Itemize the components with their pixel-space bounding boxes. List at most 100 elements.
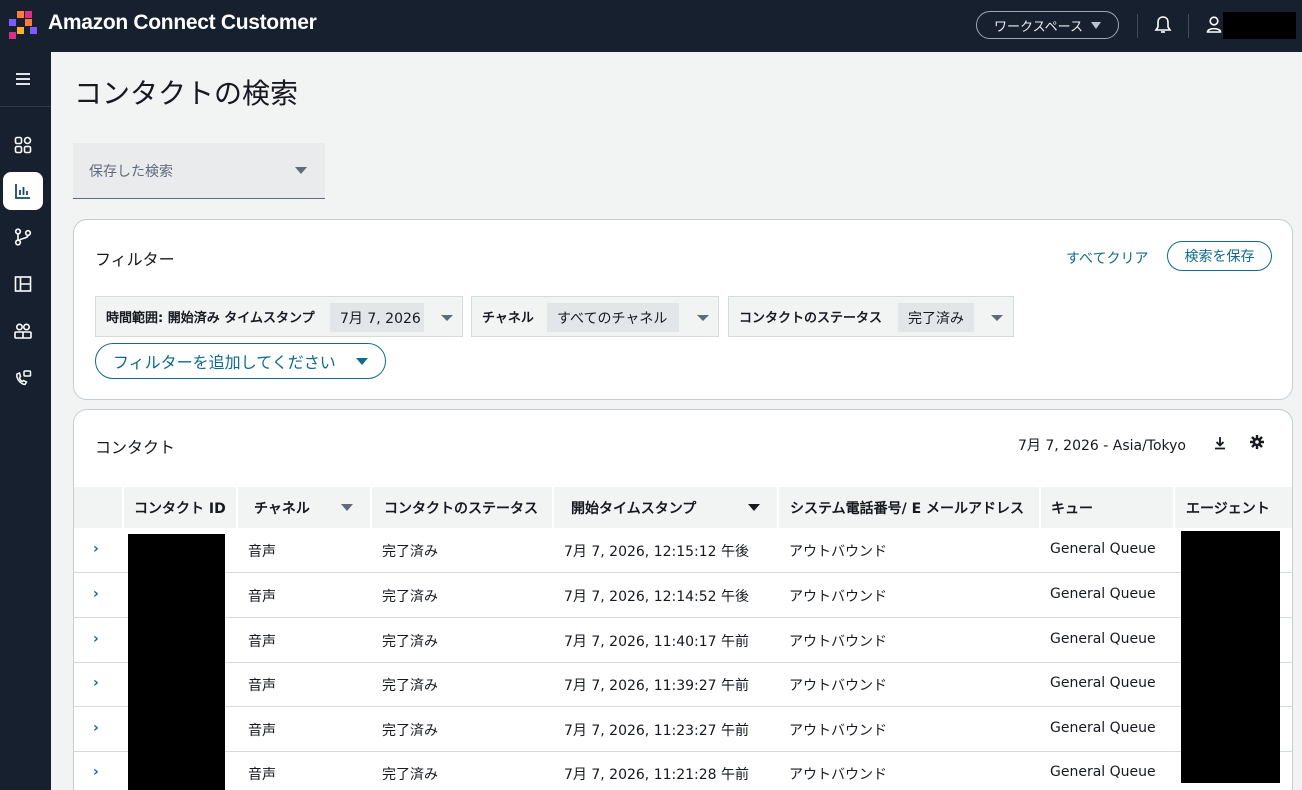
add-filter-label: フィルターを追加してください <box>113 353 336 372</box>
column-header-label: エージェント <box>1186 500 1270 517</box>
nav-dashboard[interactable] <box>3 126 43 164</box>
cell-system-address: アウトバウンド <box>789 723 887 739</box>
save-search-button[interactable]: 検索を保存 <box>1167 241 1272 271</box>
cell-queue: General Queue <box>1050 586 1156 602</box>
filter-chip-value[interactable]: 完了済み <box>898 303 974 332</box>
download-icon[interactable] <box>1212 435 1228 451</box>
column-header-queue[interactable]: キュー <box>1041 487 1173 528</box>
sort-descending-icon <box>748 504 760 511</box>
column-header-channel[interactable]: チャネル <box>238 487 370 528</box>
filter-title: フィルター <box>95 250 175 269</box>
cell-channel: 音声 <box>248 589 276 605</box>
cell-start-timestamp: 7月 7, 2026, 11:23:27 午前 <box>564 723 750 739</box>
column-header-system-address[interactable]: システム電話番号/ E メールアドレス <box>779 487 1039 528</box>
column-header-contact-status[interactable]: コンタクトのステータス <box>372 487 552 528</box>
cell-system-address: アウトバウンド <box>789 767 887 783</box>
filter-chip-channel[interactable]: チャネル すべてのチャネル <box>471 296 719 337</box>
filter-chip-label: 時間範囲: 開始済み タイムスタンプ <box>106 311 315 326</box>
filter-chip-contact-status[interactable]: コンタクトのステータス 完了済み <box>728 296 1014 337</box>
channels-icon <box>16 370 32 386</box>
menu-icon <box>16 73 30 85</box>
top-bar: Amazon Connect Customer ワークスペース <box>0 0 1302 52</box>
user-icon[interactable] <box>1205 15 1223 35</box>
column-header-agent[interactable]: エージェント <box>1175 487 1292 528</box>
cell-system-address: アウトバウンド <box>789 544 887 560</box>
contacts-panel: コンタクト 7月 7, 2026 - Asia/Tokyo コンタクト ID チ… <box>73 409 1293 790</box>
column-header-label: キュー <box>1051 500 1093 517</box>
cell-start-timestamp: 7月 7, 2026, 12:14:52 午後 <box>564 589 750 605</box>
layout-icon <box>14 276 32 292</box>
cell-queue: General Queue <box>1050 764 1156 780</box>
contacts-title: コンタクト <box>95 438 176 457</box>
cell-system-address: アウトバウンド <box>789 678 887 694</box>
user-name-redacted <box>1223 12 1296 39</box>
cell-status: 完了済み <box>382 678 438 694</box>
expand-row-icon[interactable]: › <box>93 764 99 780</box>
cell-channel: 音声 <box>248 544 276 560</box>
cell-channel: 音声 <box>248 723 276 739</box>
cell-queue: General Queue <box>1050 631 1156 647</box>
table-header: コンタクト ID チャネル コンタクトのステータス 開始タイムスタンプ システム… <box>74 487 1292 528</box>
menu-button[interactable] <box>3 60 43 98</box>
table-row[interactable]: › 音声 完了済み 7月 7, 2026, 12:14:52 午後 アウトバウン… <box>74 573 1292 618</box>
column-header-label: コンタクト ID <box>134 500 226 517</box>
saved-search-dropdown[interactable]: 保存した検索 <box>73 143 325 199</box>
cell-start-timestamp: 7月 7, 2026, 11:21:28 午前 <box>564 767 750 783</box>
table-row[interactable]: › 音声 完了済み 7月 7, 2026, 11:23:27 午前 アウトバウン… <box>74 707 1292 752</box>
workspace-label: ワークスペース <box>993 19 1084 35</box>
expand-row-icon[interactable]: › <box>93 720 99 736</box>
app-title: Amazon Connect Customer <box>48 11 317 34</box>
nav-users[interactable] <box>3 312 43 350</box>
app-logo-icon <box>9 11 37 39</box>
nav-layout[interactable] <box>3 265 43 303</box>
cell-start-timestamp: 7月 7, 2026, 12:15:12 午後 <box>564 544 750 560</box>
chevron-down-icon <box>991 315 1003 321</box>
analytics-icon <box>15 184 30 199</box>
cell-status: 完了済み <box>382 589 438 605</box>
expand-row-icon[interactable]: › <box>93 631 99 647</box>
nav-analytics[interactable] <box>3 172 43 210</box>
cell-status: 完了済み <box>382 544 438 560</box>
gear-icon[interactable] <box>1249 434 1265 450</box>
expand-row-icon[interactable]: › <box>93 541 99 557</box>
chevron-down-icon <box>356 358 368 365</box>
filter-chip-time-range[interactable]: 時間範囲: 開始済み タイムスタンプ 7月 7, 2026 <box>95 296 463 337</box>
column-header-label: システム電話番号/ E メールアドレス <box>790 500 1025 517</box>
workspace-button[interactable]: ワークスペース <box>976 11 1119 39</box>
filter-chip-value[interactable]: 7月 7, 2026 <box>330 303 424 332</box>
cell-queue: General Queue <box>1050 675 1156 691</box>
column-header-contact-id[interactable]: コンタクト ID <box>124 487 236 528</box>
cell-queue: General Queue <box>1050 541 1156 557</box>
add-filter-dropdown[interactable]: フィルターを追加してください <box>95 343 386 379</box>
table-row[interactable]: › 音声 完了済み 7月 7, 2026, 12:15:12 午後 アウトバウン… <box>74 528 1292 573</box>
agent-redacted <box>1181 531 1280 783</box>
side-nav <box>0 52 51 790</box>
nav-channels[interactable] <box>3 359 43 397</box>
table-row[interactable]: › 音声 完了済み 7月 7, 2026, 11:39:27 午前 アウトバウン… <box>74 662 1292 707</box>
nav-routing[interactable] <box>3 218 43 256</box>
nav-divider <box>0 106 51 107</box>
chevron-down-icon <box>441 315 453 321</box>
table-row[interactable]: › 音声 完了済み 7月 7, 2026, 11:40:17 午前 アウトバウン… <box>74 618 1292 663</box>
table-row[interactable]: › 音声 完了済み 7月 7, 2026, 11:21:28 午前 アウトバウン… <box>74 751 1292 790</box>
cell-status: 完了済み <box>382 767 438 783</box>
cell-start-timestamp: 7月 7, 2026, 11:40:17 午前 <box>564 634 750 650</box>
contact-id-redacted <box>128 534 225 790</box>
expand-row-icon[interactable]: › <box>93 675 99 691</box>
divider <box>1188 14 1189 38</box>
filter-chip-label: コンタクトのステータス <box>739 311 883 326</box>
cell-channel: 音声 <box>248 767 276 783</box>
column-header-label: コンタクトのステータス <box>384 500 538 517</box>
chevron-down-icon <box>1091 21 1102 29</box>
page-title: コンタクトの検索 <box>74 77 299 110</box>
filter-panel: フィルター すべてクリア 検索を保存 時間範囲: 開始済み タイムスタンプ 7月… <box>73 219 1293 400</box>
filter-chip-value[interactable]: すべてのチャネル <box>547 303 679 332</box>
cell-channel: 音声 <box>248 634 276 650</box>
chevron-down-icon <box>295 167 307 174</box>
column-header-start-timestamp[interactable]: 開始タイムスタンプ <box>554 487 777 528</box>
bell-icon[interactable] <box>1154 15 1172 35</box>
chevron-down-icon <box>341 504 353 511</box>
expand-row-icon[interactable]: › <box>93 586 99 602</box>
clear-all-link[interactable]: すべてクリア <box>1066 248 1148 268</box>
filter-chip-label: チャネル <box>482 311 534 326</box>
